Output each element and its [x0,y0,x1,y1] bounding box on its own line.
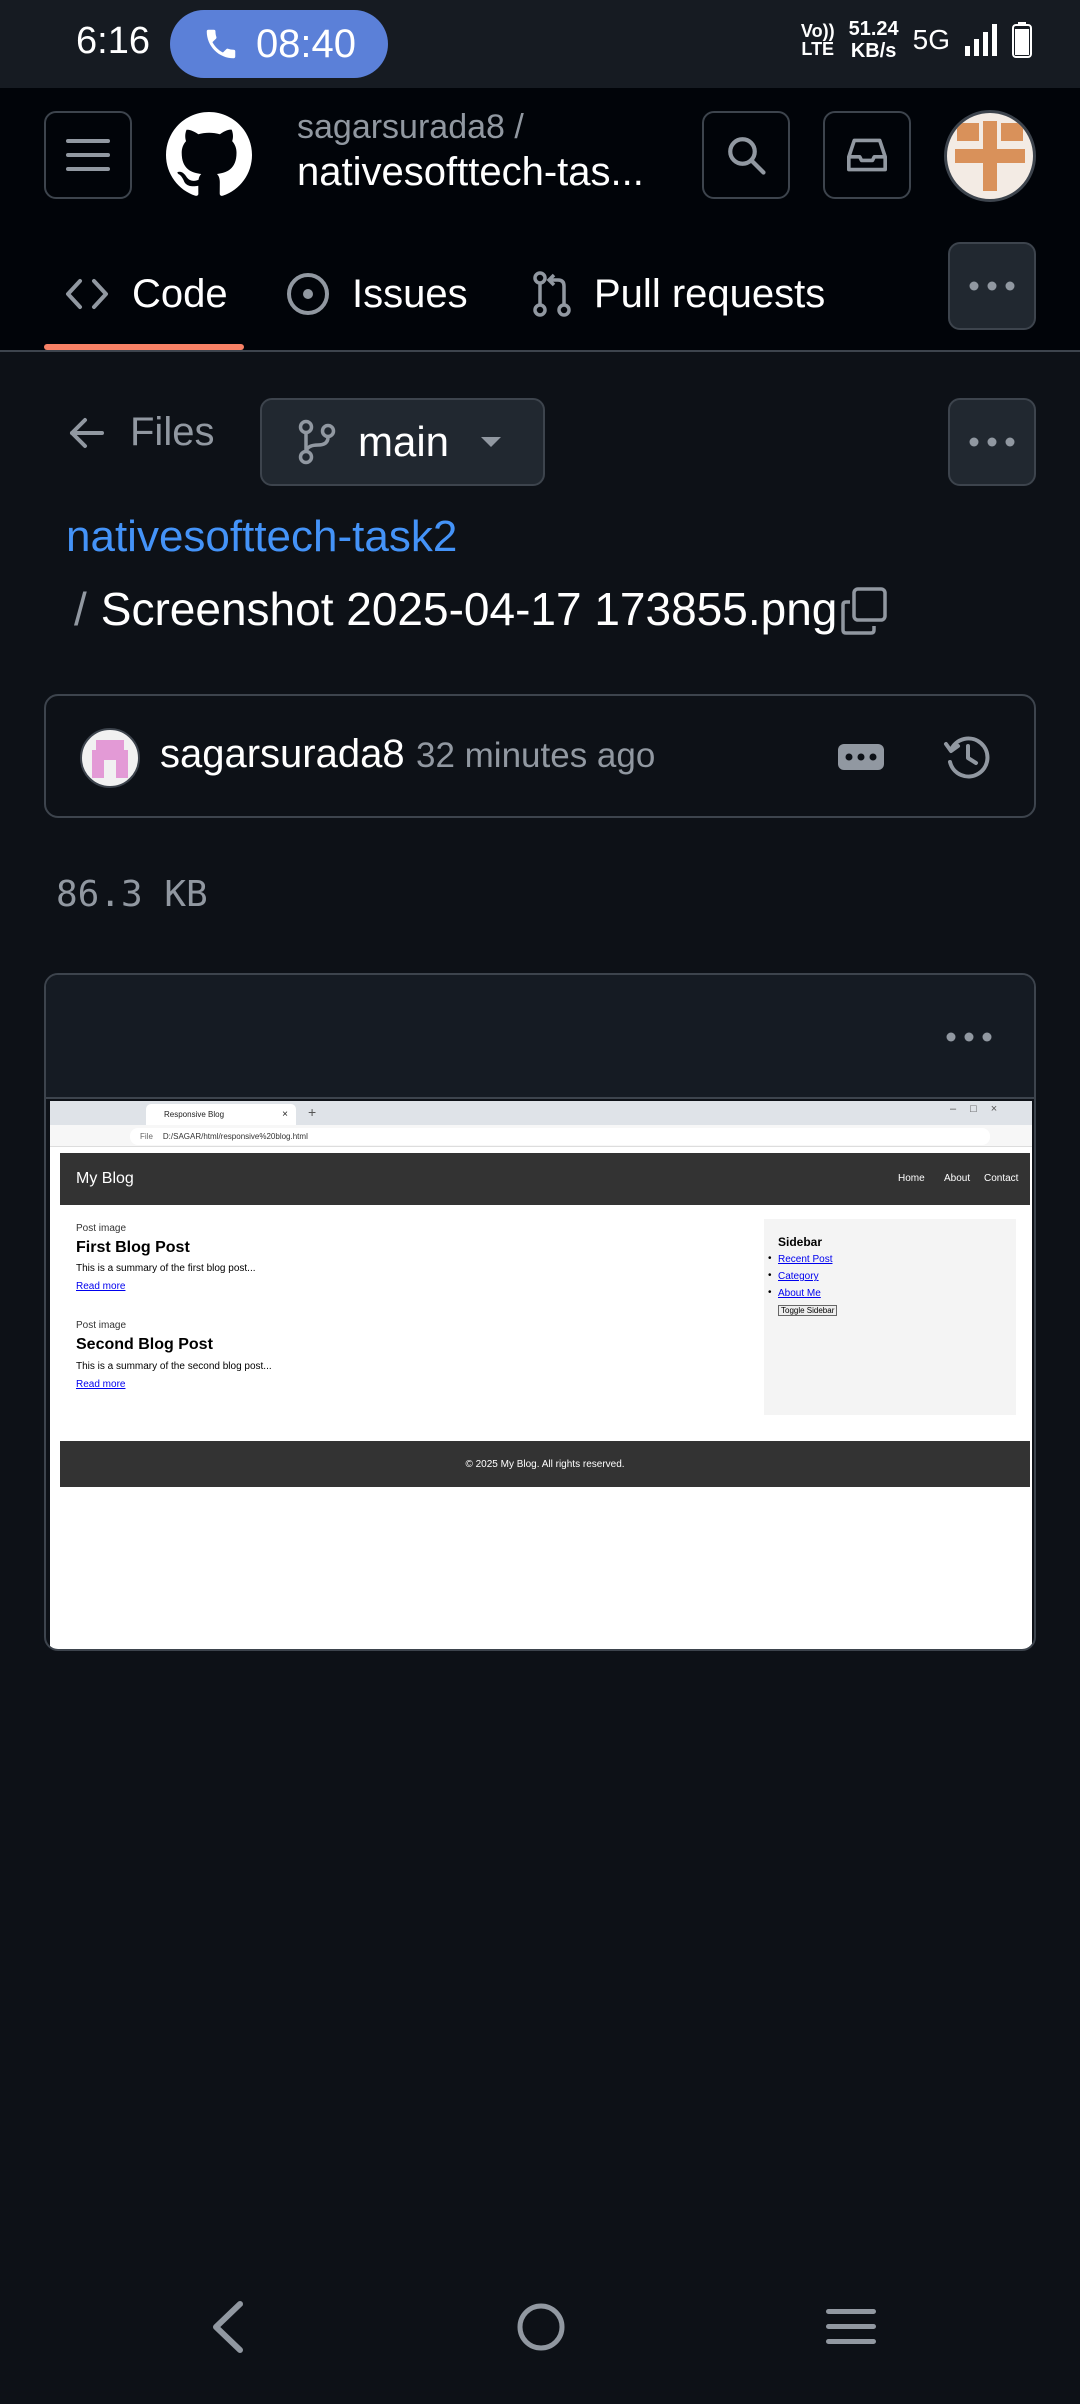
battery-icon [1012,22,1032,58]
call-timer: 08:40 [255,21,357,66]
search-icon [728,137,766,175]
tab-pull-requests-label: Pull requests [594,271,826,316]
volte-indicator: Vo)) LTE [800,21,835,59]
network-speed: 51.24 KB/s [848,18,899,62]
history-icon [944,736,990,779]
branch-name: main [358,418,450,465]
inbox-button[interactable] [823,111,911,199]
hamburger-icon [66,139,110,171]
commit-message-toggle[interactable] [838,744,884,770]
system-nav-bar [0,2270,1080,2404]
breadcrumb-separator: / [74,583,87,635]
site-header [60,1153,1030,1205]
signal-icon [965,24,997,56]
image-options-button[interactable] [946,1029,996,1045]
image-preview-card: Responsive Blog × + –□× File D:/SAGAR/ht… [44,973,1036,1651]
code-icon [66,279,108,309]
home-circle-icon [517,2303,565,2351]
tab-code-label: Code [132,271,228,316]
search-button[interactable] [702,111,790,199]
network-type: 5G [912,24,950,55]
pull-request-icon [533,271,571,317]
files-label: Files [130,410,215,454]
status-bar: 6:16 08:40 Vo)) LTE 51.24 KB/s 5G [0,0,1080,88]
inbox-icon [846,138,887,172]
octocat-icon [166,112,252,196]
status-time: 6:16 [76,20,150,62]
user-avatar[interactable] [944,110,1036,202]
nav-recents-button[interactable] [826,2308,876,2346]
author-avatar[interactable] [80,728,140,788]
file-name: Screenshot 2025-04-17 173855.png [100,583,838,635]
file-size: 86.3 KB [56,874,208,915]
nav-home-button[interactable] [516,2302,566,2352]
screenshot-image: Responsive Blog × + –□× File D:/SAGAR/ht… [50,1101,1032,1649]
copy-icon [841,587,887,635]
ongoing-call-pill[interactable]: 08:40 [170,10,388,78]
issue-icon [287,273,329,315]
browser-tab: Responsive Blog × [146,1104,296,1125]
identicon-icon [92,740,128,778]
caret-down-icon [481,437,502,447]
browser-address-bar: File D:/SAGAR/html/responsive%20blog.htm… [130,1128,990,1145]
copy-path-button[interactable] [840,586,890,638]
git-branch-icon [298,419,336,465]
arrow-left-icon [70,417,104,448]
breadcrumb-repo-link[interactable]: nativesofttech-task2 [66,512,457,562]
files-back-button[interactable]: Files [68,410,214,455]
history-button[interactable] [942,732,994,784]
menu-button[interactable] [44,111,132,199]
breadcrumb-path: / Screenshot 2025-04-17 173855.png [74,582,837,636]
latest-commit-card: sagarsurada8 32 minutes ago [44,694,1036,818]
kebab-horizontal-icon [969,437,1015,447]
repo-owner[interactable]: sagarsurada8 / [297,108,524,147]
kebab-horizontal-icon [969,281,1015,291]
ellipsis-icon [845,753,877,761]
tab-code[interactable]: Code [64,238,228,350]
tab-issues[interactable]: Issues [286,238,468,350]
status-indicators: Vo)) LTE 51.24 KB/s 5G [801,18,1032,62]
repo-tabs: Code Issues Pull requests [0,238,1080,350]
identicon-icon [955,121,1025,191]
recents-icon [826,2309,876,2344]
image-card-header [46,975,1034,1099]
nav-back-button[interactable] [208,2300,248,2354]
tab-pull-requests[interactable]: Pull requests [532,238,825,350]
kebab-horizontal-icon [946,1032,992,1042]
branch-selector[interactable]: main [260,398,545,486]
commit-time: 32 minutes ago [416,736,656,775]
more-tabs-button[interactable] [948,242,1036,330]
github-logo[interactable] [166,112,252,198]
tab-issues-label: Issues [352,271,468,316]
phone-icon [206,29,236,59]
commit-author[interactable]: sagarsurada8 [160,732,405,777]
preview-footer: © 2025 My Blog. All rights reserved. [60,1441,1030,1487]
header-divider [0,350,1080,352]
file-more-button[interactable] [948,398,1036,486]
back-chevron-icon [213,2301,243,2353]
repo-name[interactable]: nativesofttech-tas... [297,150,644,195]
site-title: My Blog [76,1170,134,1187]
